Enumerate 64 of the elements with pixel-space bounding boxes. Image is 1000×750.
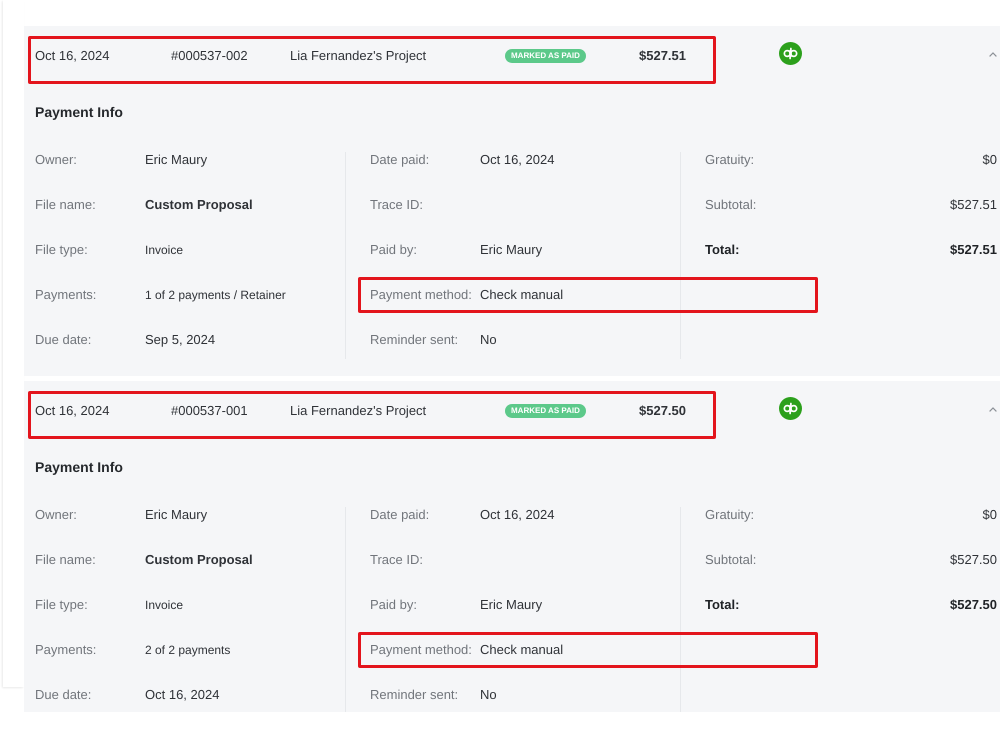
- field-label: Due date:: [35, 686, 92, 702]
- field-value: Oct 16, 2024: [480, 506, 554, 522]
- field-label: File name:: [35, 196, 97, 212]
- field-label: Reminder sent:: [370, 332, 460, 348]
- chevron-up-icon[interactable]: [989, 407, 997, 412]
- field-label: Payments:: [35, 642, 98, 658]
- field-value: No: [480, 332, 497, 348]
- field-label: File type:: [35, 596, 89, 612]
- field-value: Check manual: [480, 286, 564, 302]
- field-value: Custom Proposal: [145, 196, 253, 212]
- invoice-date: Oct 16, 2024: [35, 47, 110, 65]
- invoice-amount: $527.51: [639, 47, 687, 65]
- field-label: Total:: [705, 242, 740, 258]
- field-value: Oct 16, 2024: [145, 686, 220, 702]
- field-label: File name:: [35, 552, 97, 568]
- field-value: 1 of 2 payments / Retainer: [145, 286, 286, 302]
- field-label: Subtotal:: [705, 552, 756, 568]
- field-label: Date paid:: [370, 152, 430, 168]
- field-value: Eric Maury: [145, 152, 208, 168]
- invoice-number: #000537-002: [171, 47, 249, 65]
- field-value: $527.50: [950, 596, 997, 612]
- field-label: Total:: [705, 596, 740, 612]
- field-value: Eric Maury: [145, 506, 208, 522]
- field-value: $527.50: [950, 552, 997, 568]
- invoice-date: Oct 16, 2024: [35, 402, 110, 420]
- field-value: Invoice: [145, 596, 184, 612]
- field-label: Trace ID:: [370, 196, 424, 212]
- status-badge: MARKED AS PAID: [505, 404, 586, 418]
- chevron-up-icon[interactable]: [989, 52, 997, 57]
- project-name: Lia Fernandez's Project: [290, 47, 428, 65]
- field-value: 2 of 2 payments: [145, 642, 230, 658]
- field-label: Paid by:: [370, 242, 418, 258]
- field-label: Owner:: [35, 506, 78, 522]
- field-value: Check manual: [480, 642, 564, 658]
- field-value: Custom Proposal: [145, 552, 253, 568]
- field-label: Due date:: [35, 332, 92, 348]
- field-value: $527.51: [950, 196, 997, 212]
- field-value: $0: [982, 506, 997, 522]
- invoice-amount: $527.50: [639, 402, 687, 420]
- field-label: Payments:: [35, 286, 98, 302]
- project-name: Lia Fernandez's Project: [290, 402, 428, 420]
- field-label: Payment method:: [370, 642, 473, 658]
- field-label: File type:: [35, 242, 89, 258]
- field-label: Payment method:: [370, 286, 473, 302]
- field-value: Invoice: [145, 242, 184, 258]
- field-value: Oct 16, 2024: [480, 152, 554, 168]
- field-value: Eric Maury: [480, 596, 542, 612]
- field-value: No: [480, 686, 497, 702]
- field-value: Eric Maury: [480, 242, 542, 258]
- status-badge: MARKED AS PAID: [505, 49, 586, 63]
- field-value: $527.51: [950, 242, 997, 258]
- section-title: Payment Info: [35, 458, 124, 477]
- section-title: Payment Info: [35, 103, 124, 122]
- field-label: Trace ID:: [370, 552, 424, 568]
- field-label: Reminder sent:: [370, 686, 460, 702]
- field-label: Subtotal:: [705, 196, 756, 212]
- field-label: Date paid:: [370, 506, 430, 522]
- field-label: Gratuity:: [705, 152, 754, 168]
- field-label: Owner:: [35, 152, 78, 168]
- field-value: $0: [982, 152, 997, 168]
- field-label: Paid by:: [370, 596, 418, 612]
- invoice-number: #000537-001: [171, 402, 249, 420]
- field-value: Sep 5, 2024: [145, 332, 216, 348]
- field-label: Gratuity:: [705, 506, 754, 522]
